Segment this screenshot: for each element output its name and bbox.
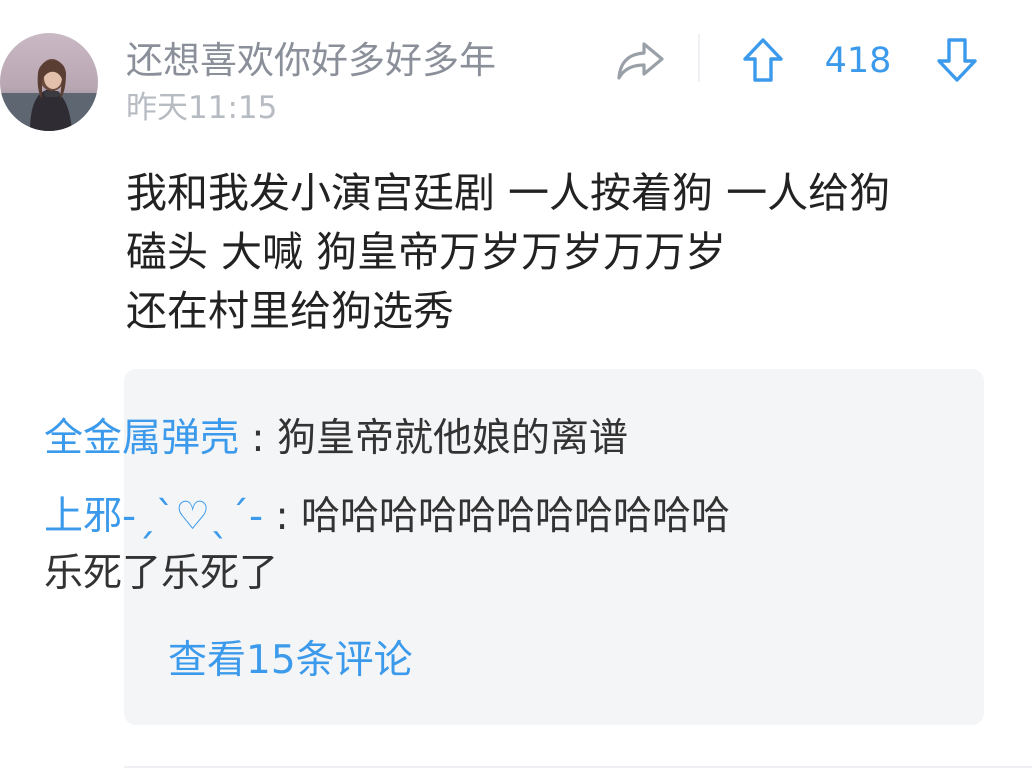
- arrow-up-icon: [743, 38, 783, 82]
- comment-card: 还想喜欢你好多好多年 昨天11:15 418 我和我发小演宫廷剧 一人按着狗 一…: [0, 0, 1032, 768]
- reply-author[interactable]: 上邪-ˏˋ♡ˎˊ-: [44, 494, 263, 539]
- avatar[interactable]: [0, 33, 98, 131]
- comment-body-line: 我和我发小演宫廷剧 一人按着狗 一人给狗: [126, 169, 891, 217]
- comment-body-line: 磕头 大喊 狗皇帝万岁万岁万万岁: [126, 228, 727, 276]
- action-divider: [698, 34, 700, 82]
- reply-author[interactable]: 全金属弹壳: [44, 416, 239, 461]
- arrow-down-icon: [937, 38, 977, 82]
- vote-count: 418: [824, 41, 892, 81]
- share-arrow-icon: [617, 42, 664, 80]
- share-button[interactable]: [614, 38, 668, 84]
- reply-text: 哈哈哈哈哈哈哈哈哈哈哈: [301, 494, 731, 539]
- comment-body-line: 还在村里给狗选秀: [126, 287, 454, 335]
- view-more-replies-link[interactable]: 查看15条评论: [168, 634, 413, 688]
- reply-item[interactable]: 上邪-ˏˋ♡ˎˊ- : 哈哈哈哈哈哈哈哈哈哈哈 乐死了乐死了: [44, 490, 824, 601]
- reply-item[interactable]: 全金属弹壳 : 狗皇帝就他娘的离谱: [44, 412, 824, 466]
- avatar-image: [0, 33, 98, 131]
- downvote-button[interactable]: [934, 36, 980, 84]
- upvote-button[interactable]: [740, 36, 786, 84]
- comment-body: 我和我发小演宫廷剧 一人按着狗 一人给狗 磕头 大喊 狗皇帝万岁万岁万万岁 还在…: [126, 164, 986, 341]
- comment-author[interactable]: 还想喜欢你好多好多年: [126, 38, 496, 84]
- comment-timestamp: 昨天11:15: [126, 90, 278, 126]
- reply-separator: :: [263, 494, 302, 539]
- reply-text-continued: 乐死了乐死了: [44, 551, 279, 596]
- reply-separator: :: [239, 416, 277, 461]
- reply-text: 狗皇帝就他娘的离谱: [276, 416, 628, 461]
